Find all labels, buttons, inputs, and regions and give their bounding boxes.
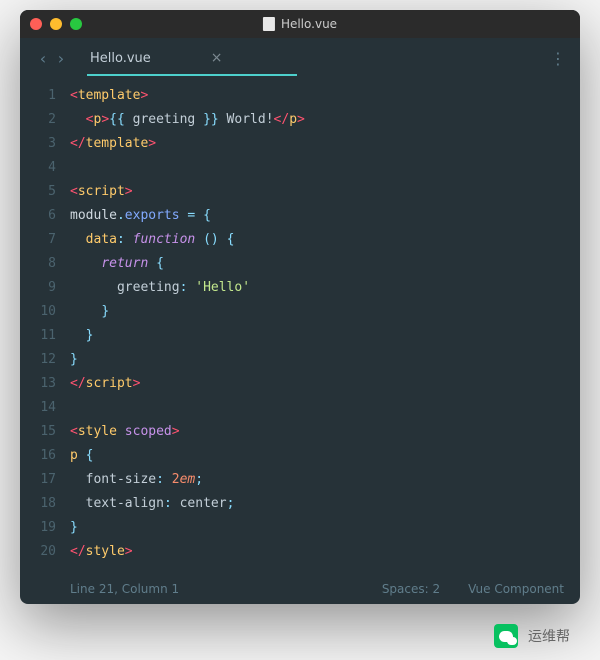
nav-forward-icon[interactable]: › (52, 49, 70, 68)
editor[interactable]: 1234567891011121314151617181920 <templat… (20, 76, 580, 574)
wechat-icon (494, 624, 518, 648)
code-area[interactable]: <template> <p>{{ greeting }} World!</p> … (70, 84, 580, 564)
window-title: Hello.vue (263, 17, 337, 31)
maximize-icon[interactable] (70, 18, 82, 30)
gutter: 1234567891011121314151617181920 (20, 84, 70, 564)
syntax-mode[interactable]: Vue Component (468, 582, 564, 596)
statusbar: Line 21, Column 1 Spaces: 2 Vue Componen… (20, 574, 580, 604)
tab-hello[interactable]: Hello.vue × (90, 50, 223, 66)
minimize-icon[interactable] (50, 18, 62, 30)
close-icon[interactable] (30, 18, 42, 30)
file-icon (263, 17, 275, 31)
titlebar: Hello.vue (20, 10, 580, 38)
traffic-lights (30, 18, 82, 30)
tab-close-icon[interactable]: × (211, 50, 223, 66)
nav-back-icon[interactable]: ‹ (34, 49, 52, 68)
tab-label: Hello.vue (90, 51, 151, 66)
indent-setting[interactable]: Spaces: 2 (382, 582, 440, 596)
tabbar: ‹ › Hello.vue × ⋮ (20, 38, 580, 78)
attribution: 运维帮 (20, 624, 580, 658)
editor-window: Hello.vue ‹ › Hello.vue × ⋮ 123456789101… (20, 10, 580, 604)
attribution-text: 运维帮 (528, 626, 570, 646)
title-text: Hello.vue (281, 17, 337, 31)
more-icon[interactable]: ⋮ (550, 49, 566, 68)
cursor-position[interactable]: Line 21, Column 1 (70, 582, 179, 596)
